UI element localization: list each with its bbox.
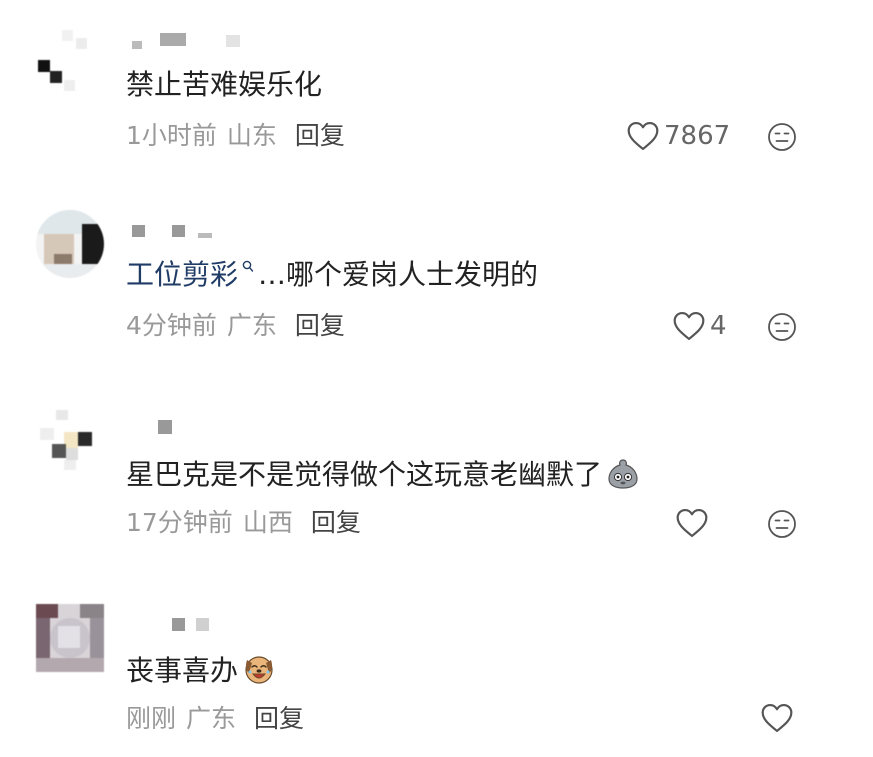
comment-time: 17分钟前 xyxy=(126,508,233,537)
comment-body: …哪个爱岗人士发明的 xyxy=(258,258,539,291)
reply-button[interactable]: 回复 xyxy=(254,704,304,733)
comment-text: 工位剪彩 …哪个爱岗人士发明的 xyxy=(126,258,538,292)
comment-item: 星巴克是不是觉得做个这玩意老幽默了 17分钟前 山西 回复 xyxy=(0,390,873,590)
comment-text: 星巴克是不是觉得做个这玩意老幽默了 xyxy=(126,456,640,492)
heart-outline-icon xyxy=(676,508,708,538)
reply-button[interactable]: 回复 xyxy=(295,121,345,150)
heart-outline-icon xyxy=(761,703,793,733)
comment-meta: 17分钟前 山西 回复 xyxy=(126,508,361,538)
comment-text: 丧事喜办 xyxy=(126,652,276,688)
avatar[interactable] xyxy=(36,30,104,98)
like-count: 7867 xyxy=(664,121,731,151)
like-button[interactable] xyxy=(760,702,794,734)
like-button[interactable] xyxy=(675,507,709,539)
comment-item: 工位剪彩 …哪个爱岗人士发明的 4分钟前 广东 回复 4 xyxy=(0,190,873,390)
comment-time: 刚刚 xyxy=(126,704,177,733)
comment-time: 4分钟前 xyxy=(126,311,217,340)
comment-meta: 1小时前 山东 回复 xyxy=(126,121,345,151)
comment-region: 广东 xyxy=(186,704,237,733)
avatar[interactable] xyxy=(36,604,104,672)
like-button[interactable]: 7867 xyxy=(626,120,730,152)
neutral-face-icon[interactable] xyxy=(766,311,798,343)
comment-text: 禁止苦难娱乐化 xyxy=(126,68,323,101)
comment-meta: 刚刚 广东 回复 xyxy=(126,704,304,734)
comment-body: 星巴克是不是觉得做个这玩意老幽默了 xyxy=(126,458,603,491)
avatar[interactable] xyxy=(36,210,104,278)
reply-button[interactable]: 回复 xyxy=(295,311,345,340)
laughing-dog-emoji xyxy=(245,656,273,684)
comment-region: 广东 xyxy=(226,311,277,340)
grey-blob-emoji xyxy=(608,459,638,489)
avatar[interactable] xyxy=(36,410,104,478)
search-tag-icon xyxy=(242,260,254,272)
comment-item: 丧事喜办 刚刚 广东 回复 xyxy=(0,590,873,757)
heart-outline-icon xyxy=(627,121,659,151)
mention-link[interactable]: 工位剪彩 xyxy=(126,258,238,291)
comment-meta: 4分钟前 广东 回复 xyxy=(126,311,345,341)
comment-body: 丧事喜办 xyxy=(126,654,239,687)
comment-region: 山东 xyxy=(226,121,277,150)
reply-button[interactable]: 回复 xyxy=(311,508,361,537)
comment-region: 山西 xyxy=(242,508,293,537)
like-count: 4 xyxy=(710,311,727,341)
neutral-face-icon[interactable] xyxy=(766,121,798,153)
comment-time: 1小时前 xyxy=(126,121,217,150)
like-button[interactable]: 4 xyxy=(672,310,727,342)
neutral-face-icon[interactable] xyxy=(766,508,798,540)
heart-outline-icon xyxy=(673,311,705,341)
comment-item: 禁止苦难娱乐化 1小时前 山东 回复 7867 xyxy=(0,0,873,190)
